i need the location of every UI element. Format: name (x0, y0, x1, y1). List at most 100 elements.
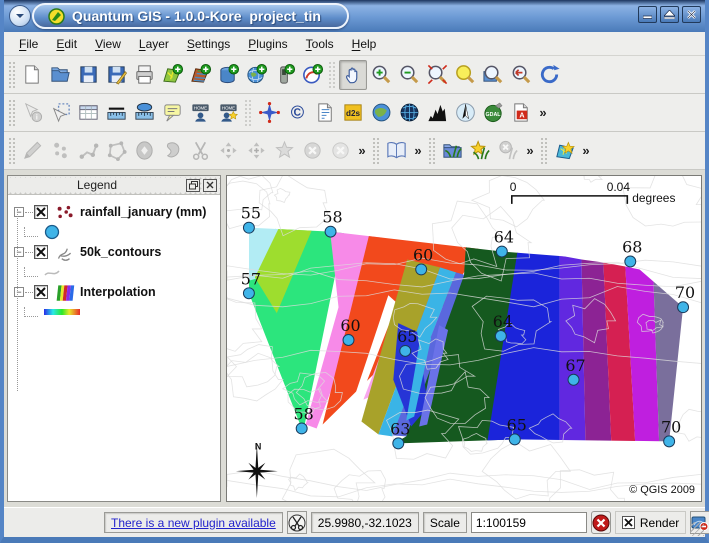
layer-visibility-checkbox[interactable] (34, 285, 48, 299)
plugin-link[interactable]: There is a new plugin available (111, 516, 276, 530)
capture-polyline-button[interactable] (74, 136, 102, 166)
zoom-full-extent-button[interactable] (423, 60, 451, 90)
menu-settings[interactable]: Settings (178, 34, 239, 54)
new-project-button[interactable] (18, 60, 46, 90)
toolbar-grip[interactable] (8, 137, 16, 165)
render-checkbox[interactable] (622, 516, 635, 529)
add-wfs-layer-button[interactable] (298, 60, 326, 90)
legend-layer-2[interactable]: − 50k_contours (10, 241, 218, 263)
layer-visibility-checkbox[interactable] (34, 205, 48, 219)
zoom-to-layer-button[interactable] (479, 60, 507, 90)
delete-ring-button[interactable] (298, 136, 326, 166)
new-map-bookmark-button[interactable] (550, 136, 578, 166)
zoom-out-button[interactable] (395, 60, 423, 90)
delete-vertex-button[interactable] (270, 136, 298, 166)
capture-polygon-button[interactable] (102, 136, 130, 166)
grass-close-mapset-button[interactable] (494, 136, 522, 166)
delete-part-button[interactable] (326, 136, 354, 166)
print-button[interactable] (130, 60, 158, 90)
resize-grip[interactable] (690, 522, 704, 536)
plugin-status-button[interactable] (287, 511, 307, 534)
menu-edit[interactable]: Edit (47, 34, 86, 54)
menu-view[interactable]: View (86, 34, 130, 54)
capture-line-button[interactable] (18, 136, 46, 166)
render-toggle[interactable]: Render (615, 511, 686, 534)
dxf2shp-button[interactable]: d2s (339, 98, 367, 128)
move-vertex-button[interactable] (214, 136, 242, 166)
toolbar-grip[interactable] (8, 61, 16, 89)
grass-open-mapset-button[interactable] (438, 136, 466, 166)
menu-layer[interactable]: Layer (130, 34, 178, 54)
new-bookmark-button[interactable]: HOME (214, 98, 242, 128)
grass-manual-button[interactable] (382, 136, 410, 166)
reshape-feature-button[interactable] (158, 136, 186, 166)
capture-point-button[interactable] (46, 136, 74, 166)
text-annotation-button[interactable] (311, 98, 339, 128)
legend-layer-3[interactable]: − Interpolation (10, 281, 218, 303)
add-wms-layer-button[interactable] (242, 60, 270, 90)
expand-collapse-box[interactable]: − (14, 207, 24, 217)
add-postgis-layer-button[interactable] (214, 60, 242, 90)
plugin-notice[interactable]: There is a new plugin available (104, 512, 283, 533)
minimize-button[interactable] (638, 6, 657, 23)
move-feature-button[interactable] (130, 136, 158, 166)
expand-collapse-box[interactable]: − (14, 247, 24, 257)
toolbar-grip[interactable] (428, 137, 436, 165)
menu-tools[interactable]: Tools (297, 34, 343, 54)
north-arrow-plugin-button[interactable] (255, 98, 283, 128)
menu-file[interactable]: File (10, 34, 47, 54)
open-project-button[interactable] (46, 60, 74, 90)
add-vertex-button[interactable] (242, 136, 270, 166)
zoom-last-button[interactable] (507, 60, 535, 90)
gdal-tools-button[interactable]: GDAL (479, 98, 507, 128)
toolbar-grip[interactable] (8, 99, 16, 127)
toolbar-overflow-chevron[interactable]: » (535, 105, 551, 120)
expand-collapse-box[interactable]: − (14, 287, 24, 297)
copyright-plugin-button[interactable]: © (283, 98, 311, 128)
maximize-button[interactable] (660, 6, 679, 23)
toolbar-grip[interactable] (540, 137, 548, 165)
pan-button[interactable] (339, 60, 367, 90)
toolbar-overflow-chevron[interactable]: » (354, 143, 370, 158)
georeferencer-button[interactable] (367, 98, 395, 128)
export-pdf-button[interactable]: A (507, 98, 535, 128)
zoom-to-selection-button[interactable] (451, 60, 479, 90)
add-gps-layer-button[interactable] (270, 60, 298, 90)
legend-layer-1[interactable]: − rainfall_january (mm) (10, 201, 218, 223)
scale-input[interactable] (471, 512, 587, 533)
add-vector-layer-button[interactable] (158, 60, 186, 90)
legend-close-button[interactable] (203, 179, 217, 192)
menu-plugins[interactable]: Plugins (239, 34, 296, 54)
identify-button[interactable]: i (18, 98, 46, 128)
open-attribute-table-button[interactable] (74, 98, 102, 128)
measure-area-button[interactable] (130, 98, 158, 128)
layer-label[interactable]: rainfall_january (mm) (80, 205, 206, 219)
layer-visibility-checkbox[interactable] (34, 245, 48, 259)
compass-north-arrow-button[interactable] (451, 98, 479, 128)
stop-render-button[interactable] (591, 511, 611, 534)
toolbar-overflow-chevron[interactable]: » (522, 143, 538, 158)
refresh-button[interactable] (535, 60, 563, 90)
toolbar-overflow-chevron[interactable]: » (578, 143, 594, 158)
toolbar-grip[interactable] (372, 137, 380, 165)
layer-label[interactable]: 50k_contours (80, 245, 161, 259)
map-canvas[interactable]: 00.04degreesN© QGIS 20095558576064687060… (226, 175, 702, 502)
window-menu-button[interactable] (9, 5, 31, 27)
save-project-as-button[interactable] (102, 60, 130, 90)
add-raster-layer-button[interactable] (186, 60, 214, 90)
raster-histogram-button[interactable] (423, 98, 451, 128)
legend-header[interactable]: Legend (8, 176, 220, 195)
select-features-button[interactable] (46, 98, 74, 128)
split-features-button[interactable] (186, 136, 214, 166)
toolbar-overflow-chevron[interactable]: » (410, 143, 426, 158)
layer-label[interactable]: Interpolation (80, 285, 156, 299)
save-project-button[interactable] (74, 60, 102, 90)
zoom-in-button[interactable] (367, 60, 395, 90)
close-button[interactable] (682, 6, 701, 23)
menu-help[interactable]: Help (343, 34, 386, 54)
legend-float-button[interactable] (186, 179, 200, 192)
titlebar[interactable]: Quantum GIS - 1.0.0-Kore project_tin (4, 0, 705, 32)
grass-new-vector-button[interactable] (466, 136, 494, 166)
map-tips-button[interactable] (158, 98, 186, 128)
measure-line-button[interactable] (102, 98, 130, 128)
